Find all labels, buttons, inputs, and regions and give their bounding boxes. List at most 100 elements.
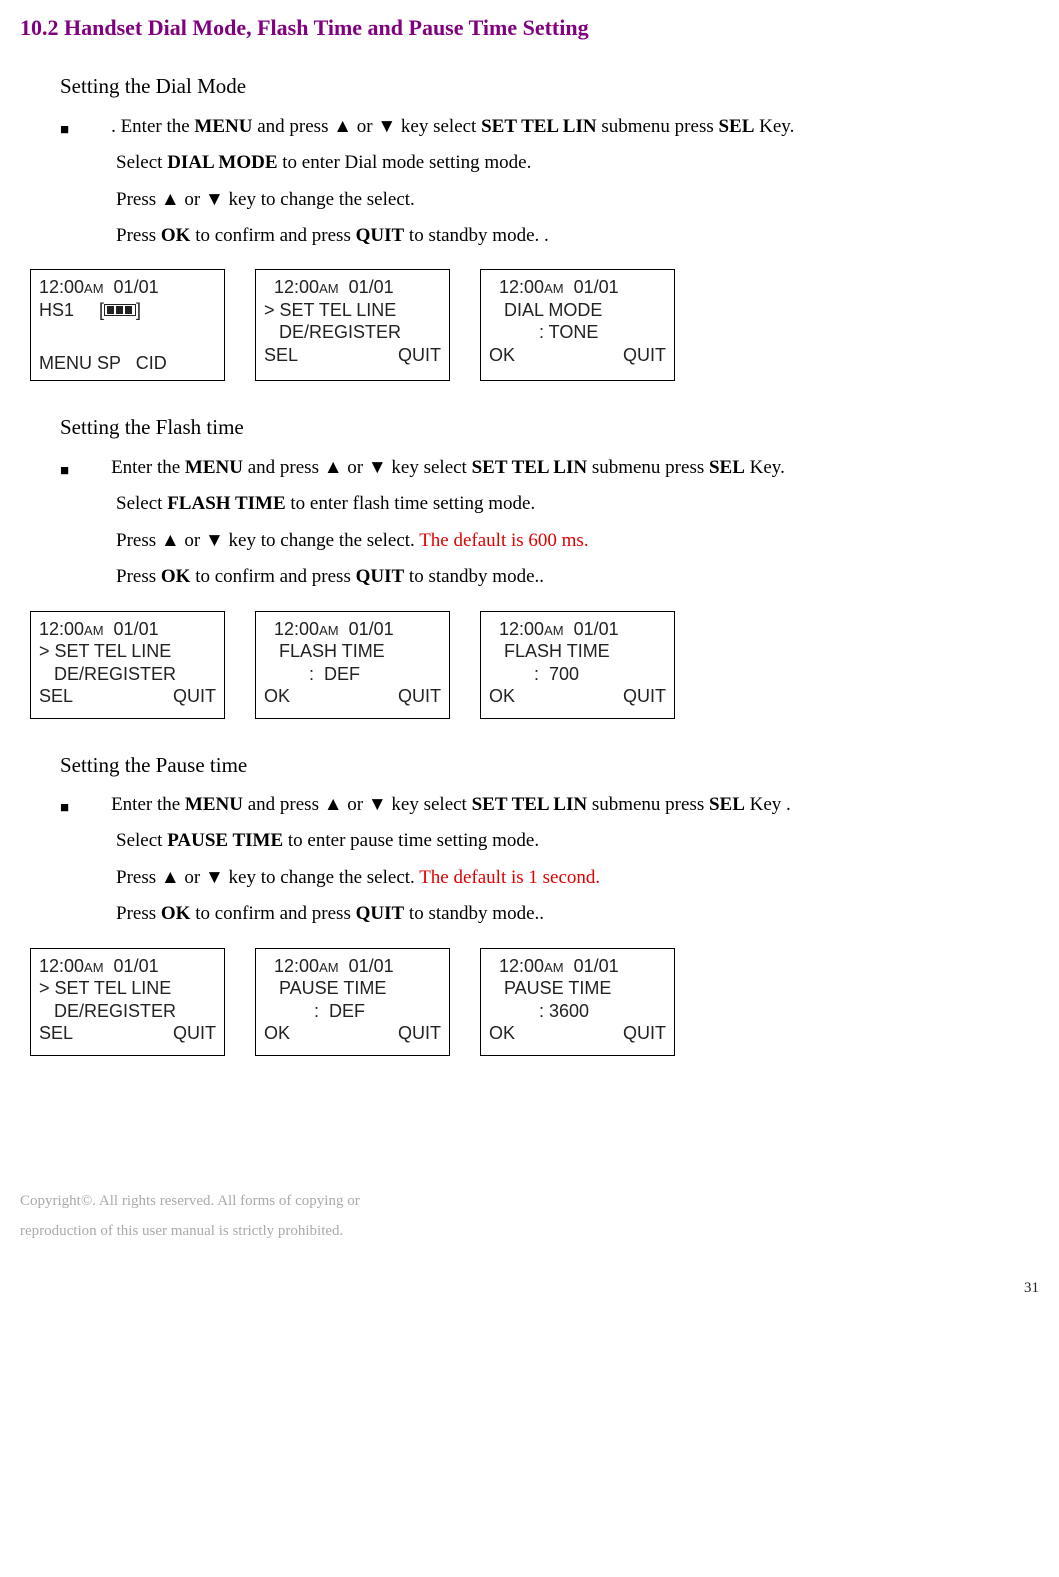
- lcd-line: DIAL MODE: [489, 299, 666, 322]
- text: Press: [116, 566, 161, 587]
- lcd-line: 12:00AM 01/01: [264, 955, 441, 978]
- lcd-line: 12:00AM 01/01: [489, 276, 666, 299]
- text: to enter Dial mode setting mode.: [278, 152, 532, 173]
- text: QUIT: [398, 344, 441, 367]
- text: OK: [489, 1022, 515, 1045]
- date: 01/01: [564, 956, 619, 976]
- text: and press ▲ or ▼ key select: [243, 457, 472, 478]
- lcd-line: DE/REGISTER: [39, 663, 216, 686]
- text: Select: [116, 152, 167, 173]
- am: AM: [544, 623, 564, 638]
- lcd-screen: 12:00AM 01/01 > SET TEL LINE DE/REGISTER…: [30, 948, 225, 1056]
- page-number: 31: [20, 1276, 1039, 1300]
- flashtime-heading: Setting the Flash time: [60, 411, 1039, 445]
- time: 12:00: [39, 277, 84, 297]
- date: 01/01: [339, 619, 394, 639]
- text: submenu press: [587, 794, 709, 815]
- lcd-line: SEL QUIT: [39, 685, 216, 708]
- text: SEL: [264, 344, 298, 367]
- lcd-line: FLASH TIME: [264, 640, 441, 663]
- text: to confirm and press: [190, 566, 355, 587]
- lcd-line: PAUSE TIME: [489, 977, 666, 1000]
- text: MENU: [39, 353, 92, 373]
- lcd-line: > SET TEL LINE: [39, 977, 216, 1000]
- lcd-line: : 3600: [489, 1000, 666, 1023]
- text: submenu press: [587, 457, 709, 478]
- lcd-screen: 12:00AM 01/01 PAUSE TIME : 3600 OK QUIT: [480, 948, 675, 1056]
- text: QUIT: [623, 1022, 666, 1045]
- text: to standby mode. .: [404, 225, 549, 246]
- text: ]: [136, 300, 141, 320]
- bullet-icon: ■: [60, 459, 69, 483]
- lcd-line: MENU SP CID: [39, 352, 216, 375]
- quit-bold: QUIT: [356, 566, 405, 587]
- sel-bold: SEL: [709, 457, 745, 478]
- text: QUIT: [623, 685, 666, 708]
- ok-bold: OK: [161, 225, 191, 246]
- text: and press ▲ or ▼ key select: [243, 794, 472, 815]
- text: Select: [116, 493, 167, 514]
- quit-bold: QUIT: [356, 903, 405, 924]
- dialmode-step3: Press ▲ or ▼ key to change the select.: [116, 185, 1039, 215]
- lcd-line: DE/REGISTER: [264, 321, 441, 344]
- lcd-screen: 12:00AM 01/01 HS1 [] MENU SP CID: [30, 269, 225, 381]
- lcd-line: OKQUIT: [264, 685, 441, 708]
- menu-bold: MENU: [185, 457, 243, 478]
- text: SEL: [39, 685, 73, 708]
- flashtime-step3: Press ▲ or ▼ key to change the select. T…: [116, 526, 1039, 556]
- lcd-line: 12:00AM 01/01: [39, 955, 216, 978]
- text: OK: [489, 344, 515, 367]
- footer-line: Copyright©. All rights reserved. All for…: [20, 1186, 1039, 1216]
- lcd-line: OKQUIT: [264, 1022, 441, 1045]
- footer: Copyright©. All rights reserved. All for…: [20, 1186, 1039, 1246]
- lcd-line: SELQUIT: [39, 1022, 216, 1045]
- text: Press: [116, 225, 161, 246]
- text: to enter flash time setting mode.: [286, 493, 536, 514]
- flashtime-step1: ■ Enter the MENU and press ▲ or ▼ key se…: [60, 453, 1039, 483]
- lcd-line: 12:00AM 01/01: [489, 618, 666, 641]
- text: and press ▲ or ▼ key select: [252, 116, 481, 137]
- text: QUIT: [398, 685, 441, 708]
- dialmode-screens: 12:00AM 01/01 HS1 [] MENU SP CID 12:00AM…: [30, 269, 1039, 381]
- settellin-bold: SET TEL LIN: [481, 116, 596, 137]
- text: Press: [116, 903, 161, 924]
- lcd-line: HS1 []: [39, 299, 216, 322]
- text: Key.: [754, 116, 794, 137]
- text: HS1 [: [39, 300, 104, 320]
- menu-bold: MENU: [185, 794, 243, 815]
- lcd-line: : DEF: [264, 1000, 441, 1023]
- section-title: 10.2 Handset Dial Mode, Flash Time and P…: [20, 10, 1039, 45]
- text: . Enter the: [111, 116, 194, 137]
- lcd-line: OK QUIT: [489, 1022, 666, 1045]
- ok-bold: OK: [161, 903, 191, 924]
- step-text: Enter the MENU and press ▲ or ▼ key sele…: [111, 790, 1039, 820]
- lcd-line: 12:00AM 01/01: [489, 955, 666, 978]
- battery-icon: [104, 304, 136, 316]
- text: SP: [97, 353, 121, 373]
- am: AM: [84, 623, 104, 638]
- dialmode-step4: Press OK to confirm and press QUIT to st…: [116, 221, 1039, 251]
- lcd-line: PAUSE TIME: [264, 977, 441, 1000]
- text: Select: [116, 830, 167, 851]
- date: 01/01: [104, 956, 159, 976]
- time: 12:00: [499, 277, 544, 297]
- lcd-line: : 700: [489, 663, 666, 686]
- lcd-line: > SET TEL LINE: [264, 299, 441, 322]
- settellin-bold: SET TEL LIN: [472, 794, 587, 815]
- date: 01/01: [339, 956, 394, 976]
- time: 12:00: [39, 956, 84, 976]
- pausetime-screens: 12:00AM 01/01 > SET TEL LINE DE/REGISTER…: [30, 948, 1039, 1056]
- text: Enter the: [111, 794, 185, 815]
- dialmode-heading: Setting the Dial Mode: [60, 70, 1039, 104]
- text: QUIT: [623, 344, 666, 367]
- lcd-line: : DEF: [264, 663, 441, 686]
- pausetime-heading: Setting the Pause time: [60, 749, 1039, 783]
- lcd-screen: 12:00AM 01/01 PAUSE TIME : DEF OKQUIT: [255, 948, 450, 1056]
- text: QUIT: [173, 1022, 216, 1045]
- sel-bold: SEL: [709, 794, 745, 815]
- text: QUIT: [173, 685, 216, 708]
- text: to standby mode..: [404, 903, 544, 924]
- date: 01/01: [564, 619, 619, 639]
- am: AM: [319, 960, 339, 975]
- sel-bold: SEL: [718, 116, 754, 137]
